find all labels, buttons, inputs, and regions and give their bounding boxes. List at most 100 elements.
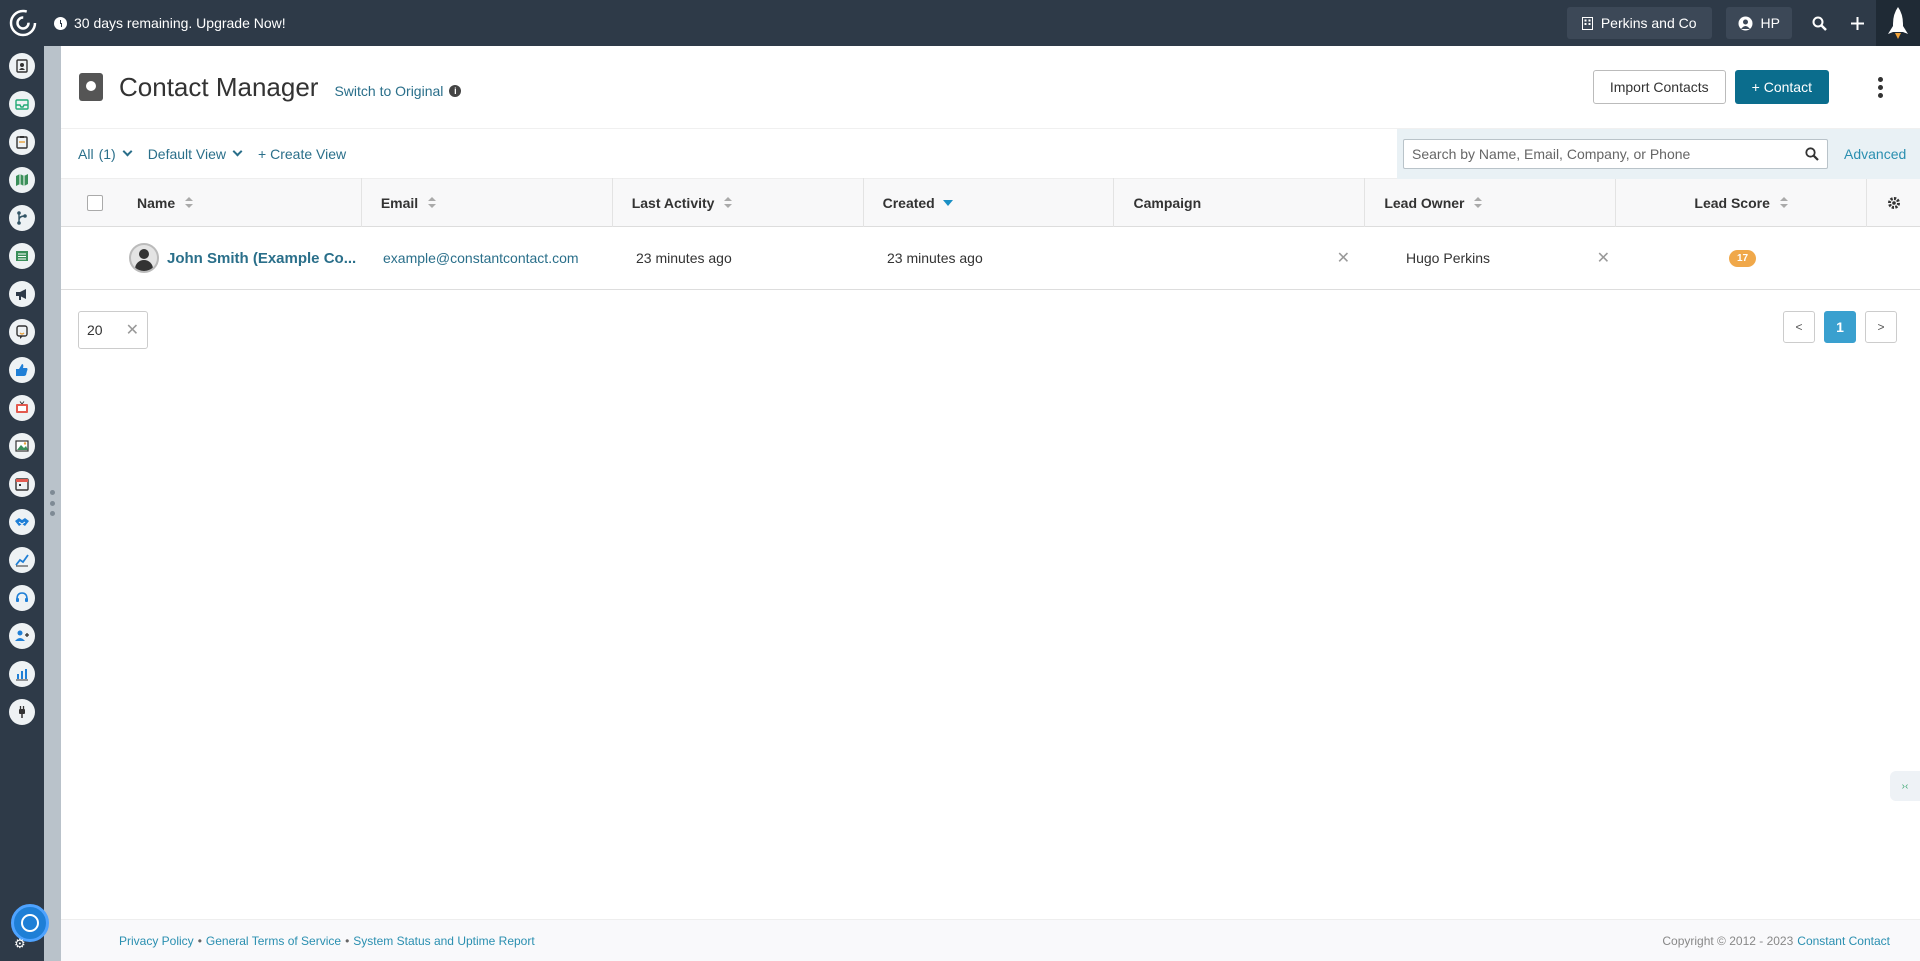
all-filter-dropdown[interactable]: All (1) — [78, 146, 133, 162]
add-contact-button[interactable]: + Contact — [1734, 70, 1829, 104]
clear-lead-owner-icon[interactable]: ✕ — [1597, 248, 1610, 268]
cell-campaign[interactable]: ✕ — [1115, 227, 1366, 290]
sidebar-item-thumbs-up[interactable] — [9, 357, 35, 383]
gear-icon[interactable] — [1887, 196, 1901, 210]
chevron-down-icon — [232, 146, 243, 157]
switch-link-label[interactable]: Switch to Original — [334, 83, 443, 99]
view-dropdown[interactable]: Default View — [148, 146, 243, 162]
sort-icon[interactable] — [1474, 197, 1483, 208]
app-logo[interactable] — [0, 0, 46, 46]
next-page-button[interactable]: > — [1865, 311, 1897, 343]
collapse-panel-tab[interactable]: ›‹ — [1890, 771, 1920, 801]
column-lead-owner-label[interactable]: Lead Owner — [1384, 195, 1464, 211]
column-name-label[interactable]: Name — [137, 195, 175, 211]
column-last-activity-label[interactable]: Last Activity — [632, 195, 715, 211]
search-box — [1403, 139, 1828, 169]
table-row[interactable]: John Smith (Example Co... example@consta… — [61, 227, 1920, 290]
privacy-policy-link[interactable]: Privacy Policy — [119, 934, 194, 948]
clear-campaign-icon[interactable]: ✕ — [1337, 248, 1350, 268]
info-icon[interactable]: i — [449, 85, 462, 97]
sidebar-item-calendar[interactable] — [9, 471, 35, 497]
pipeline-icon — [17, 211, 27, 225]
sidebar-item-clipboard[interactable] — [9, 129, 35, 155]
prev-page-button[interactable]: < — [1783, 311, 1815, 343]
column-email-label[interactable]: Email — [381, 195, 418, 211]
column-created[interactable]: Created — [864, 178, 1115, 227]
more-options-icon[interactable] — [1868, 70, 1892, 104]
brand-link[interactable]: Constant Contact — [1797, 934, 1890, 948]
column-created-label[interactable]: Created — [883, 195, 935, 211]
launch-button[interactable] — [1876, 0, 1920, 46]
footer: Privacy Policy • General Terms of Servic… — [61, 919, 1920, 961]
system-status-link[interactable]: System Status and Uptime Report — [353, 934, 534, 948]
cell-name[interactable]: John Smith (Example Co... — [129, 227, 362, 290]
search-input[interactable] — [1412, 146, 1805, 162]
quick-add-button[interactable] — [1838, 0, 1876, 46]
per-page-value[interactable]: 20 — [87, 322, 103, 338]
plus-icon — [1850, 16, 1864, 30]
sort-icon[interactable] — [1779, 197, 1788, 208]
page-1-button[interactable]: 1 — [1824, 311, 1856, 343]
add-user-icon — [15, 630, 29, 641]
sidebar-item-inbox[interactable] — [9, 91, 35, 117]
sidebar-item-list[interactable] — [9, 243, 35, 269]
sidebar-item-headset[interactable] — [9, 585, 35, 611]
sidebar-item-megaphone[interactable] — [9, 281, 35, 307]
sidebar-item-trend[interactable] — [9, 547, 35, 573]
sort-icon[interactable] — [185, 197, 194, 208]
per-page-select[interactable]: 20 ✕ — [78, 311, 148, 349]
select-all-checkbox[interactable] — [86, 194, 103, 211]
sidebar-item-image[interactable] — [9, 433, 35, 459]
cell-email[interactable]: example@constantcontact.com — [362, 227, 613, 290]
switch-to-original-link[interactable]: Switch to Original i — [334, 83, 462, 99]
contact-name-link[interactable]: John Smith (Example Co... — [167, 250, 356, 267]
advanced-search-link[interactable]: Advanced — [1844, 146, 1906, 162]
company-switcher[interactable]: Perkins and Co — [1566, 7, 1712, 39]
sort-icon[interactable] — [724, 197, 733, 208]
sidebar-item-tv[interactable] — [9, 395, 35, 421]
all-filter-label[interactable]: All — [78, 146, 94, 162]
contacts-icon — [16, 59, 28, 73]
sort-icon[interactable] — [428, 197, 437, 208]
sidebar-item-pipeline[interactable] — [9, 205, 35, 231]
row-select-cell — [61, 227, 129, 290]
view-label[interactable]: Default View — [148, 146, 226, 162]
column-name[interactable]: Name — [129, 178, 362, 227]
sidebar-item-bar-chart[interactable] — [9, 661, 35, 687]
sidebar-item-chat[interactable] — [9, 319, 35, 345]
column-last-activity[interactable]: Last Activity — [613, 178, 864, 227]
sidebar-grip-handle[interactable] — [49, 490, 55, 516]
sidebar-item-plug[interactable] — [9, 699, 35, 725]
column-lead-score-label[interactable]: Lead Score — [1694, 195, 1769, 211]
column-campaign[interactable]: Campaign — [1114, 178, 1366, 227]
lead-score-badge: 17 — [1728, 249, 1757, 267]
lead-owner-value[interactable]: Hugo Perkins — [1406, 250, 1490, 266]
sidebar-item-add-user[interactable] — [9, 623, 35, 649]
terms-of-service-link[interactable]: General Terms of Service — [206, 934, 341, 948]
sort-descending-icon[interactable] — [942, 199, 953, 206]
import-contacts-button[interactable]: Import Contacts — [1592, 70, 1726, 104]
column-lead-owner[interactable]: Lead Owner — [1365, 178, 1617, 227]
column-campaign-label[interactable]: Campaign — [1133, 195, 1201, 211]
avatar — [129, 243, 159, 273]
settings-gear-icon[interactable]: ⚙ — [14, 936, 26, 952]
rocket-icon — [1888, 7, 1908, 39]
contact-email-link[interactable]: example@constantcontact.com — [383, 250, 579, 266]
search-area: Advanced — [1397, 129, 1920, 179]
trial-banner[interactable]: 30 days remaining. Upgrade Now! — [54, 15, 286, 31]
column-lead-score[interactable]: Lead Score — [1616, 178, 1868, 227]
user-menu[interactable]: HP — [1725, 7, 1792, 39]
trial-text[interactable]: 30 days remaining. Upgrade Now! — [74, 15, 286, 31]
global-search-button[interactable] — [1800, 0, 1838, 46]
sidebar-item-contacts[interactable] — [9, 53, 35, 79]
sidebar-item-handshake[interactable] — [9, 509, 35, 535]
all-filter-count[interactable]: (1) — [99, 146, 116, 162]
search-icon[interactable] — [1805, 147, 1819, 161]
create-view-link[interactable]: + Create View — [258, 146, 346, 162]
clear-per-page-icon[interactable]: ✕ — [126, 320, 139, 340]
cell-lead-owner[interactable]: Hugo Perkins ✕ — [1366, 227, 1617, 290]
column-email[interactable]: Email — [362, 178, 613, 227]
column-settings[interactable] — [1867, 178, 1920, 227]
main-content: Contact Manager Switch to Original i Imp… — [61, 46, 1920, 961]
sidebar-item-map[interactable] — [9, 167, 35, 193]
